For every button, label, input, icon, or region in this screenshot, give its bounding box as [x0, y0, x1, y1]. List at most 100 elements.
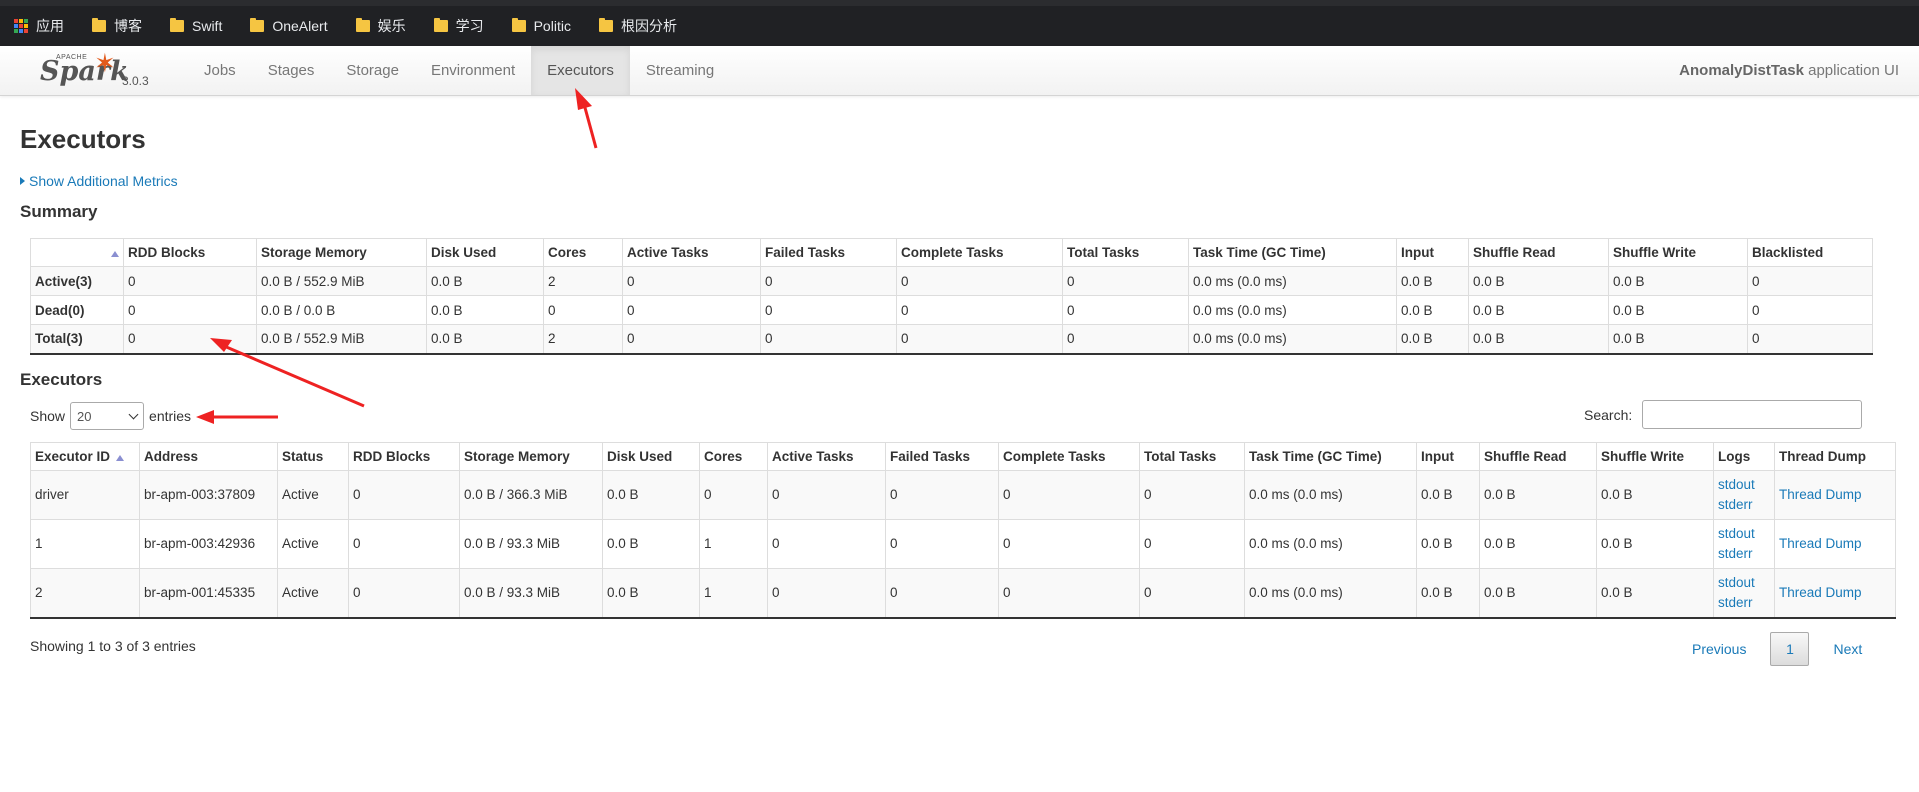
table-row: 2 br-apm-001:45335 Active 0 0.0 B / 93.3…: [30, 568, 1896, 619]
summary-header-sort[interactable]: [30, 238, 124, 267]
executors-header[interactable]: Failed Tasks: [885, 442, 999, 471]
stdout-link[interactable]: stdout: [1718, 575, 1755, 590]
bookmark-folder[interactable]: 根因分析: [598, 16, 677, 36]
executors-header[interactable]: Disk Used: [602, 442, 700, 471]
folder-icon: [170, 18, 184, 32]
stderr-link[interactable]: stderr: [1718, 497, 1753, 512]
summary-header[interactable]: Shuffle Write: [1608, 238, 1748, 267]
executor-task-time: 0.0 ms (0.0 ms): [1244, 470, 1417, 520]
executors-header[interactable]: Cores: [699, 442, 768, 471]
summary-cell: 0: [622, 324, 761, 355]
summary-header[interactable]: Cores: [543, 238, 623, 267]
tab-streaming[interactable]: Streaming: [630, 46, 730, 95]
executor-active-tasks: 0: [767, 568, 886, 619]
executor-address: br-apm-001:45335: [139, 568, 278, 619]
pagination: Previous 1 Next: [1680, 632, 1874, 666]
entries-label: entries: [149, 408, 192, 424]
executors-header[interactable]: Storage Memory: [459, 442, 603, 471]
summary-cell: 0.0 B: [1468, 324, 1609, 355]
executors-header[interactable]: Input: [1416, 442, 1480, 471]
executors-header[interactable]: Complete Tasks: [998, 442, 1140, 471]
bookmark-folder[interactable]: Politic: [511, 18, 571, 34]
summary-header[interactable]: Blacklisted: [1747, 238, 1873, 267]
tab-environment[interactable]: Environment: [415, 46, 531, 95]
bookmark-folder[interactable]: 博客: [92, 16, 142, 36]
executors-header[interactable]: Thread Dump: [1774, 442, 1896, 471]
executors-header[interactable]: Shuffle Read: [1479, 442, 1597, 471]
summary-header[interactable]: Complete Tasks: [896, 238, 1063, 267]
summary-header[interactable]: Task Time (GC Time): [1188, 238, 1397, 267]
executor-input: 0.0 B: [1416, 470, 1480, 520]
summary-table: RDD Blocks Storage Memory Disk Used Core…: [30, 238, 1873, 355]
stdout-link[interactable]: stdout: [1718, 526, 1755, 541]
thread-dump-link[interactable]: Thread Dump: [1779, 585, 1862, 600]
bookmark-label: 博客: [114, 18, 142, 34]
executors-header[interactable]: Logs: [1713, 442, 1775, 471]
summary-row-dead: Dead(0) 0 0.0 B / 0.0 B 0.0 B 0 0 0 0 0 …: [30, 295, 1873, 325]
bookmark-folder[interactable]: OneAlert: [250, 18, 328, 34]
next-page-button[interactable]: Next: [1821, 641, 1874, 657]
summary-cell: 0.0 B: [1396, 295, 1469, 325]
executor-id: 2: [30, 568, 140, 619]
tab-stages[interactable]: Stages: [252, 46, 331, 95]
previous-page-button[interactable]: Previous: [1680, 641, 1758, 657]
executors-header[interactable]: Task Time (GC Time): [1244, 442, 1417, 471]
spark-star-icon: ✶: [94, 48, 116, 78]
bookmark-folder[interactable]: Swift: [170, 18, 222, 34]
executors-header[interactable]: Status: [277, 442, 349, 471]
summary-cell: Dead(0): [30, 295, 124, 325]
summary-header[interactable]: Disk Used: [426, 238, 544, 267]
spark-logo[interactable]: APACHE Spark ✶ 3.0.3: [40, 48, 160, 94]
executors-header[interactable]: RDD Blocks: [348, 442, 460, 471]
chevron-down-icon: [128, 409, 139, 419]
bookmark-folder[interactable]: 学习: [433, 16, 484, 36]
summary-header[interactable]: Failed Tasks: [760, 238, 897, 267]
stderr-link[interactable]: stderr: [1718, 595, 1753, 610]
executor-logs: stdout stderr: [1713, 568, 1775, 619]
arrow-to-executors-tab: [575, 88, 598, 149]
summary-cell: 0: [1062, 266, 1189, 296]
tab-storage[interactable]: Storage: [330, 46, 415, 95]
show-additional-metrics-toggle[interactable]: Show Additional Metrics: [20, 173, 178, 189]
tab-executors[interactable]: Executors: [531, 46, 630, 95]
executors-header-executor-id[interactable]: Executor ID: [30, 442, 140, 471]
summary-header[interactable]: Active Tasks: [622, 238, 761, 267]
executor-total-tasks: 0: [1139, 470, 1245, 520]
search-label: Search:: [1584, 406, 1633, 423]
annotation-arrows: [196, 88, 598, 424]
summary-header[interactable]: Total Tasks: [1062, 238, 1189, 267]
tab-jobs[interactable]: Jobs: [188, 46, 252, 95]
entries-select[interactable]: 20: [70, 402, 145, 430]
executor-logs: stdout stderr: [1713, 470, 1775, 520]
executor-storage-memory: 0.0 B / 93.3 MiB: [459, 519, 603, 569]
summary-header[interactable]: Storage Memory: [256, 238, 427, 267]
summary-header[interactable]: Input: [1396, 238, 1469, 267]
summary-header[interactable]: Shuffle Read: [1468, 238, 1609, 267]
entries-select-value: 20: [77, 408, 92, 424]
bookmark-apps[interactable]: 应用: [14, 16, 64, 36]
thread-dump-link[interactable]: Thread Dump: [1779, 487, 1862, 502]
stdout-link[interactable]: stdout: [1718, 477, 1755, 492]
executors-header[interactable]: Shuffle Write: [1596, 442, 1714, 471]
summary-row-total: Total(3) 0 0.0 B / 552.9 MiB 0.0 B 2 0 0…: [30, 324, 1873, 355]
executor-storage-memory: 0.0 B / 93.3 MiB: [459, 568, 603, 619]
executor-storage-memory: 0.0 B / 366.3 MiB: [459, 470, 603, 520]
bookmark-folder[interactable]: 娱乐: [355, 16, 406, 36]
executor-status: Active: [277, 519, 349, 569]
thread-dump-link[interactable]: Thread Dump: [1779, 536, 1862, 551]
executors-header[interactable]: Active Tasks: [767, 442, 886, 471]
executor-thread-dump: Thread Dump: [1774, 470, 1896, 520]
page-1-button[interactable]: 1: [1770, 632, 1810, 666]
summary-cell: 2: [543, 266, 623, 296]
summary-cell: 0.0 B: [1396, 324, 1469, 355]
bookmark-label: Swift: [192, 18, 223, 34]
bookmark-label: OneAlert: [272, 18, 328, 34]
search-input[interactable]: [1642, 400, 1863, 429]
summary-cell: 0: [622, 295, 761, 325]
executor-disk-used: 0.0 B: [602, 568, 700, 619]
bookmark-label: 应用: [36, 18, 64, 34]
executors-header[interactable]: Address: [139, 442, 278, 471]
summary-header[interactable]: RDD Blocks: [123, 238, 257, 267]
stderr-link[interactable]: stderr: [1718, 546, 1753, 561]
executors-header[interactable]: Total Tasks: [1139, 442, 1245, 471]
